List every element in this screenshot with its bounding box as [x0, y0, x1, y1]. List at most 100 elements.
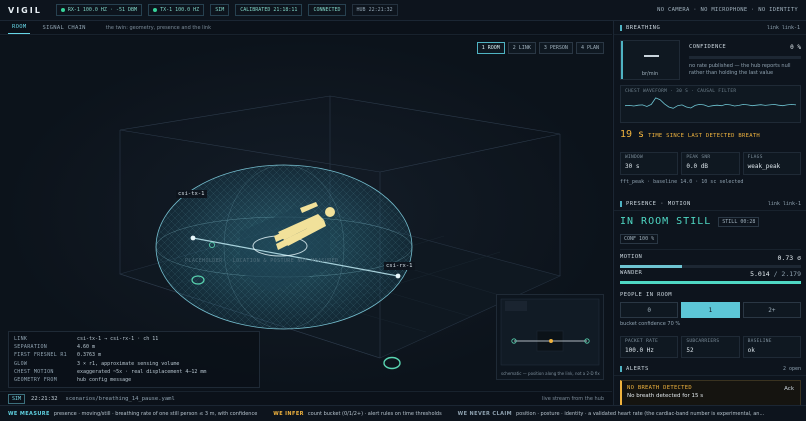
brand-logo: VIGIL — [8, 5, 42, 15]
legend-row: FIRST FRESNEL R1 0.3763 m — [14, 351, 254, 359]
presence-title: PRESENCE · MOTION — [620, 200, 691, 207]
stat-value: 52 — [686, 347, 694, 354]
footer-measure-heading: WE MEASURE — [8, 410, 50, 417]
stat-key: WINDOW — [625, 155, 644, 160]
view-person-button[interactable]: 3 PERSON — [538, 42, 573, 54]
footer-infer: WE INFER count bucket (0/1/2+) · alert ru… — [273, 411, 441, 417]
breathing-title: BREATHING — [620, 24, 660, 31]
playback-status-bar: SIM 22:21:32 scenarios/breathing_14_paus… — [0, 391, 612, 405]
footer-claim: WE NEVER CLAIM position · posture · ident… — [458, 411, 765, 417]
wander-meter: WANDER 5.014 / 2.179 — [620, 270, 801, 284]
alerts-section: ALERTS 2 open — [614, 362, 806, 376]
presence-section: PRESENCE · MOTION link link-1 — [614, 197, 806, 211]
geometry-legend: LINK csi-tx-1 → csi-rx-1 · ch 11 SEPARATI… — [8, 331, 260, 389]
waveform-graphic — [624, 97, 797, 109]
view-link-button[interactable]: 2 LINK — [507, 42, 536, 54]
breathing-stats: WINDOW 30 s PEAK SNR 0.0 dB FLAGS weak_peak — [620, 152, 801, 175]
rx-antenna — [395, 273, 401, 279]
people-count: PEOPLE IN ROOM 0 1 2+ — [620, 292, 801, 318]
footer-claim-text: position · posture · identity · a valida… — [515, 410, 765, 417]
room-3d-view[interactable]: 1 ROOM 2 LINK 3 PERSON 4 PLAN csi-tx-1 c… — [0, 36, 612, 390]
sim-chip[interactable]: SIM — [210, 4, 230, 16]
tx-status-text: TX-1 100.0 HZ — [160, 7, 200, 13]
footer-measure-text: presence · moving/still · breathing rate… — [53, 410, 258, 417]
tab-signal-chain[interactable]: SIGNAL CHAIN — [38, 22, 89, 34]
rx-antenna-label: csi-rx-1 — [384, 262, 415, 270]
top-bar: VIGIL RX-1 100.0 HZ · -51 DBM TX-1 100.0… — [0, 0, 806, 21]
sim-source-button[interactable]: SIM — [8, 393, 26, 404]
motion-bar — [620, 265, 801, 268]
tx-antenna-label: csi-tx-1 — [176, 190, 207, 198]
legend-value: 0.3763 m — [77, 352, 102, 359]
view-room-button[interactable]: 1 ROOM — [476, 42, 505, 54]
legend-value: 3 × r1, approximate sensing volume — [77, 360, 180, 367]
claims-footer: WE MEASURE presence · moving/still · brea… — [0, 405, 806, 421]
stat-packet-rate: PACKET RATE 100.0 Hz — [620, 336, 679, 358]
presence-state-text: IN ROOM STILL — [620, 216, 712, 227]
rx-status-chip: RX-1 100.0 HZ · -51 DBM — [55, 4, 143, 16]
footer-infer-text: count bucket (0/1/2+) · alert rules on t… — [307, 410, 442, 417]
legend-key: LINK — [14, 336, 28, 342]
wander-value: 5.014 — [750, 270, 770, 278]
legend-key: CHEST MOTION — [14, 368, 54, 375]
status-dot-icon — [153, 8, 158, 12]
legend-row: GEOMETRY FROM hub config message — [14, 376, 254, 384]
legend-row: CHEST MOTION exaggerated ~5x · real displ… — [14, 368, 254, 376]
since-label: TIME SINCE LAST DETECTED BREATH — [648, 133, 761, 139]
time-since-breath: 19 s TIME SINCE LAST DETECTED BREATH — [620, 129, 760, 140]
view-switcher: 1 ROOM 2 LINK 3 PERSON 4 PLAN — [474, 42, 604, 54]
alerts-count: 2 open — [782, 365, 801, 372]
link-stats: PACKET RATE 100.0 Hz SUBCARRIERS 52 BASELI… — [620, 336, 801, 358]
presence-state: IN ROOM STILL STILL 00:28 — [620, 216, 760, 227]
stat-value: 30 s — [625, 163, 640, 170]
bucket-0[interactable]: 0 — [620, 302, 679, 318]
bucket-1[interactable]: 1 — [681, 302, 740, 318]
waveform-line — [624, 97, 797, 109]
view-plan-button[interactable]: 4 PLAN — [575, 42, 604, 54]
motion-bar-fill — [620, 265, 682, 268]
stat-value: 100.0 Hz — [625, 347, 654, 354]
since-value: 19 s — [620, 129, 645, 140]
breathing-header: BREATHING link link-1 — [614, 21, 806, 35]
hub-clock-chip: HUB 22:21:32 — [351, 4, 398, 16]
motion-meter: MOTION 0.73 σ — [620, 249, 801, 268]
scenario-file[interactable]: scenarios/breathing_14_pause.yaml — [66, 396, 175, 402]
legend-value: 4.60 m — [77, 344, 96, 351]
privacy-notice: NO CAMERA · NO MICROPHONE · NO IDENTITY — [657, 7, 798, 13]
link-schematic: schematic — position along the link, not… — [496, 294, 604, 380]
right-panel[interactable]: BREATHING link link-1 br/min CONFIDENCE … — [613, 21, 806, 405]
legend-row: LINK csi-tx-1 → csi-rx-1 · ch 11 — [14, 335, 254, 343]
confidence-label: CONFIDENCE — [689, 44, 727, 50]
legend-key: GEOMETRY FROM — [14, 377, 58, 384]
stream-time: 22:21:32 — [31, 395, 58, 402]
tab-room[interactable]: ROOM — [8, 21, 31, 34]
schematic-graphic — [500, 298, 600, 366]
wander-max: / 2.179 — [773, 270, 801, 278]
tx-antenna — [190, 235, 196, 241]
stat-flags: FLAGS weak_peak — [742, 152, 801, 175]
confidence-bar — [689, 56, 801, 59]
presence-confidence-badge: CONF 100 % — [620, 234, 659, 244]
alerts-title: ALERTS — [620, 365, 649, 372]
legend-key: FIRST FRESNEL R1 — [14, 352, 67, 359]
alert-ack-button[interactable]: Ack — [784, 386, 794, 392]
stat-key: SUBCARRIERS — [686, 339, 720, 344]
alert-item: NO BREATH DETECTED No breath detected fo… — [620, 380, 801, 405]
breathing-confidence: CONFIDENCE 0 % no rate published — the h… — [689, 44, 801, 77]
wander-value-group: 5.014 / 2.179 — [750, 270, 801, 278]
breathing-link-id: link link-1 — [766, 24, 800, 31]
tx-status-chip: TX-1 100.0 HZ — [148, 4, 205, 16]
stat-value: weak_peak — [747, 163, 781, 170]
stat-key: PEAK SNR — [686, 155, 711, 160]
stat-window: WINDOW 30 s — [620, 152, 679, 175]
calibrated-chip: CALIBRATED 21:18:11 — [235, 4, 303, 16]
placeholder-notice: PLACEHOLDER · LOCATION & POSTURE NOT MEA… — [185, 258, 339, 264]
schematic-caption: schematic — position along the link, not… — [501, 371, 600, 376]
still-duration-badge: STILL 00:28 — [718, 216, 760, 227]
legend-value: hub config message — [77, 377, 132, 384]
legend-value: csi-tx-1 → csi-rx-1 · ch 11 — [77, 336, 159, 342]
live-stream-note: live stream from the hub — [541, 395, 604, 402]
bucket-2-plus[interactable]: 2+ — [742, 302, 801, 318]
alerts-header: ALERTS 2 open — [614, 362, 806, 376]
tab-description: the twin: geometry, presence and the lin… — [105, 24, 211, 31]
